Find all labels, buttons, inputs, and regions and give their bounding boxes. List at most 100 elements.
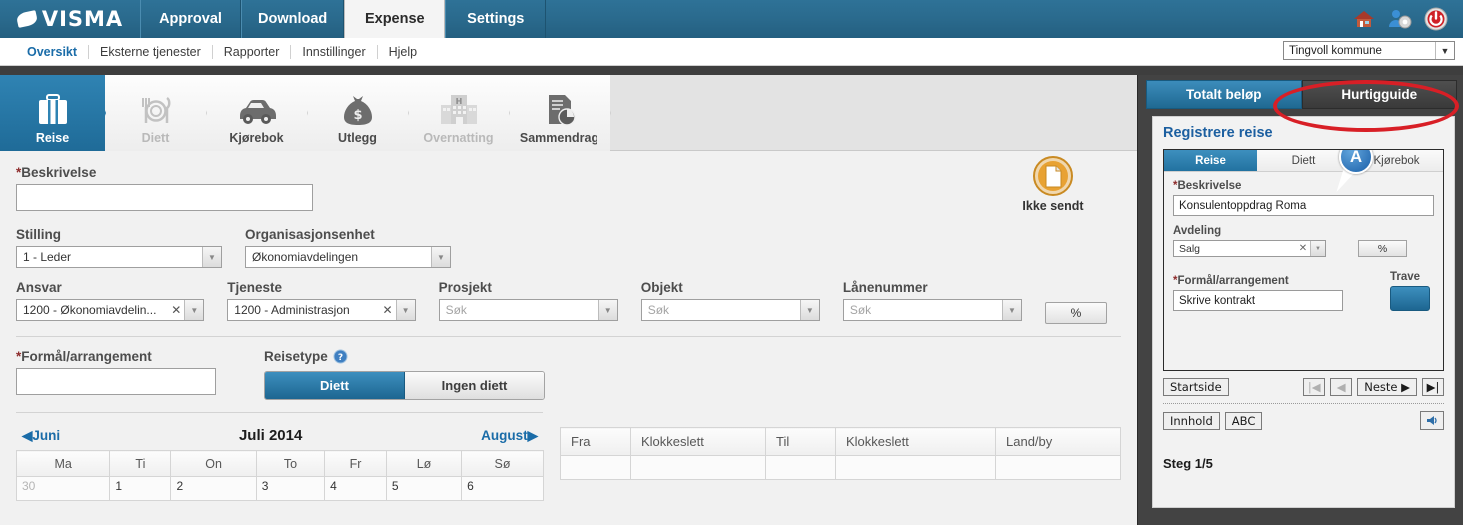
objekt-select[interactable]: Søk ▼ [640,299,820,321]
guide-percent-button: % [1358,240,1407,257]
speaker-icon [1426,416,1437,425]
beskrivelse-label: *Beskrivelse [16,165,97,180]
guide-beskrivelse-label: *Beskrivelse [1173,180,1242,192]
calendar-week-row: 30 1 2 3 4 5 6 [15,476,544,501]
guide-prev-button[interactable]: ◀ [1330,378,1353,396]
step-tab-utlegg[interactable]: $ Utlegg [307,75,409,151]
subnav-link-oversikt[interactable]: Oversikt [16,44,90,59]
step-tab-label: Sammendrag [519,131,600,145]
calendar-table: Ma Ti On To Fr Lø Sø 30 1 2 3 4 5 6 [15,450,544,501]
help-icon[interactable]: ? [333,349,348,367]
calendar-day-cell[interactable]: 2 [170,476,257,501]
stilling-label: Stilling [16,227,61,242]
guide-step-counter: Steg 1/5 [1163,456,1213,471]
subnav-link-innstillinger[interactable]: Innstillinger [291,44,378,59]
calendar-day-cell[interactable]: 6 [461,476,544,501]
clear-icon[interactable]: ✕ [168,303,184,317]
table-header-row: Fra Klokkeslett Til Klokkeslett Land/by [560,427,1121,456]
chevron-down-icon[interactable]: ▼ [202,247,221,267]
subnav-link-rapporter[interactable]: Rapporter [213,44,292,59]
guide-tab-diett: Diett [1257,150,1351,171]
step-tab-overnatting[interactable]: H Overnatting [408,75,510,151]
beskrivelse-field-group: *Beskrivelse [16,165,1121,211]
tab-hurtigguide[interactable]: Hurtigguide [1301,80,1457,109]
step-tab-diett[interactable]: Diett [105,75,207,151]
guide-innhold-button[interactable]: Innhold [1163,411,1220,430]
trip-cell[interactable] [560,455,631,480]
guide-abc-button[interactable]: ABC [1224,411,1263,430]
chevron-down-icon[interactable]: ▼ [184,300,204,320]
calendar-day-cell[interactable]: 30 [15,476,111,501]
tab-totalt-belop[interactable]: Totalt beløp [1146,80,1302,109]
topnav-tab-download[interactable]: Download [241,0,345,38]
row-formal-reisetype: *Formål/arrangement Reisetype? Diett Ing… [16,349,1121,400]
beskrivelse-input[interactable] [16,184,313,211]
house-icon[interactable] [1351,6,1377,32]
reisetype-toggle-group: Diett Ingen diett [264,371,545,400]
travel-form: *Beskrivelse Ikke sendt Stilling 1 - Led… [0,151,1137,501]
calendar-prev-month[interactable]: ◀Juni [22,428,60,444]
guide-next-button[interactable]: Neste ▶ [1357,378,1417,396]
reisetype-option-diett[interactable]: Diett [265,372,405,399]
lanenummer-select[interactable]: Søk ▼ [842,299,1022,321]
user-settings-icon[interactable] [1387,6,1413,32]
step-tab-label: Overnatting [423,131,494,145]
calendar-day-cell[interactable]: 5 [385,476,463,501]
stilling-value: 1 - Leder [23,250,72,264]
calendar-next-month[interactable]: August▶ [481,428,538,444]
organisasjonsenhet-select[interactable]: Økonomiavdelingen ▼ [245,246,451,268]
guide-preview-box: Reise Diett Kjørebok *Beskrivelse Konsul… [1163,149,1444,371]
guide-last-button[interactable]: ▶| [1422,378,1444,396]
prosjekt-select[interactable]: Søk ▼ [438,299,618,321]
guide-startside-button[interactable]: Startside [1163,378,1229,396]
trip-col-klokkeslett-til: Klokkeslett [835,427,996,456]
chevron-down-icon[interactable]: ▼ [395,300,415,320]
step-tab-label: Reise [35,131,70,145]
percent-split-button[interactable]: % [1044,302,1107,324]
calendar-title: Juli 2014 [238,427,303,444]
organization-select[interactable]: Tingvoll kommune ▼ [1283,41,1455,60]
trip-cell[interactable] [835,455,996,480]
clear-icon[interactable]: ✕ [380,303,396,317]
chevron-down-icon[interactable]: ▼ [597,300,617,320]
chevron-down-icon[interactable]: ▼ [431,247,450,267]
tjeneste-select[interactable]: 1200 - Administrasjon ✕ ▼ [227,299,416,321]
topnav-tab-expense[interactable]: Expense [344,0,446,38]
calendar-day-cell[interactable]: 4 [324,476,387,501]
trip-cell[interactable] [765,455,836,480]
row-accounting-dimensions: Ansvar 1200 - Økonomiavdelin... ✕ ▼ Tjen… [16,280,1121,324]
step-tab-sammendrag[interactable]: Sammendrag [509,75,611,151]
chevron-down-icon: ▼ [1310,241,1325,256]
stilling-select[interactable]: 1 - Leder ▼ [16,246,222,268]
lanenummer-label: Lånenummer [842,280,928,295]
tjeneste-value: 1200 - Administrasjon [234,303,350,317]
topnav-tab-approval[interactable]: Approval [140,0,241,38]
guide-first-button[interactable]: |◀ [1303,378,1326,396]
ansvar-select[interactable]: 1200 - Økonomiavdelin... ✕ ▼ [16,299,205,321]
calendar-day-cell[interactable]: 3 [255,476,326,501]
guide-audio-button[interactable] [1420,411,1444,430]
chevron-down-icon[interactable]: ▼ [799,300,819,320]
calendar-day-cell[interactable]: 1 [109,476,172,501]
calendar-header-row: Ma Ti On To Fr Lø Sø [15,450,544,477]
visma-logo[interactable]: VISMA [0,0,140,38]
objekt-field-group: Objekt Søk ▼ [640,280,820,324]
formal-input[interactable] [16,368,216,395]
power-icon[interactable] [1423,6,1449,32]
subnav-link-hjelp[interactable]: Hjelp [378,45,429,59]
trip-rows-table: Fra Klokkeslett Til Klokkeslett Land/by [560,427,1121,501]
visma-logo-mark [15,10,39,28]
chevron-down-icon[interactable]: ▼ [1001,300,1021,320]
topnav-tab-settings[interactable]: Settings [445,0,547,38]
trip-cell[interactable] [630,455,766,480]
subnav-link-eksterne-tjenester[interactable]: Eksterne tjenester [89,44,213,59]
step-tab-reise[interactable]: Reise [0,75,106,151]
guide-travel-type-button [1390,286,1430,311]
step-tab-kjorebok[interactable]: Kjørebok [206,75,308,151]
calendar-dayname: Lø [385,450,463,477]
trip-col-fra: Fra [560,427,631,456]
guide-tab-reise: Reise [1164,150,1258,171]
reisetype-option-ingen-diett[interactable]: Ingen diett [405,372,544,399]
trip-cell[interactable] [995,455,1121,480]
trip-col-land-by: Land/by [995,427,1121,456]
